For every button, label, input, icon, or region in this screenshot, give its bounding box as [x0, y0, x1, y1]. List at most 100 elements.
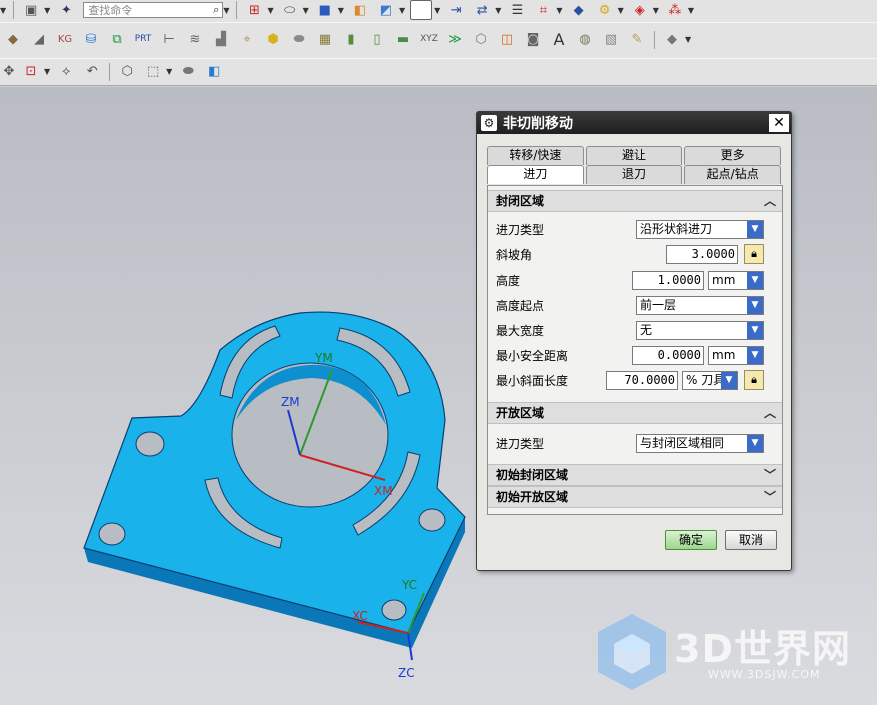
- book-icon[interactable]: ▦: [314, 30, 336, 50]
- min-clearance-unit-select[interactable]: mm ▼: [708, 346, 764, 365]
- colored-box-icon[interactable]: ◫: [496, 30, 518, 50]
- steps-icon[interactable]: ▟: [210, 30, 232, 50]
- create-geometry-icon[interactable]: KG: [54, 30, 76, 50]
- height-from-select[interactable]: 前一层 ▼: [636, 296, 764, 315]
- image-icon[interactable]: ▧: [600, 30, 622, 50]
- edit-object-icon[interactable]: ◩: [375, 0, 397, 20]
- box-icon[interactable]: ⬡: [470, 30, 492, 50]
- chevron-down-icon[interactable]: ▼: [747, 221, 763, 238]
- chevron-up-icon[interactable]: ︿: [764, 403, 776, 423]
- wcs-icon[interactable]: ⌖: [236, 30, 258, 50]
- cylinder-icon[interactable]: ⬬: [288, 30, 310, 50]
- create-tool-icon[interactable]: ◢: [28, 30, 50, 50]
- dropdown-arrow-icon[interactable]: ▼: [495, 6, 501, 15]
- postprocess-icon[interactable]: ◈: [629, 0, 651, 20]
- chevrons-icon[interactable]: ≫: [444, 30, 466, 50]
- tab-transfer-rapid[interactable]: 转移/快速: [487, 146, 584, 165]
- dropdown-arrow-icon[interactable]: ▼: [223, 6, 229, 15]
- chevron-down-icon[interactable]: ▼: [721, 372, 737, 389]
- selection-icon[interactable]: ▣: [20, 0, 42, 20]
- camera-icon[interactable]: ◙: [522, 30, 544, 50]
- globe-icon[interactable]: ◍: [574, 30, 596, 50]
- block-icon[interactable]: ◆: [661, 30, 683, 50]
- stack-icon[interactable]: ≋: [184, 30, 206, 50]
- initial-open-area-header[interactable]: 初始开放区域 ﹀: [488, 486, 782, 508]
- dropdown-arrow-icon[interactable]: ▼: [0, 6, 6, 15]
- dropdown-arrow-icon[interactable]: ▼: [166, 67, 172, 76]
- chevron-down-icon[interactable]: ▼: [747, 435, 763, 452]
- measure-icon[interactable]: ⟡: [55, 62, 77, 82]
- tab-avoidance[interactable]: 避让: [585, 146, 683, 165]
- chevron-down-icon[interactable]: ﹀: [764, 465, 776, 485]
- lock-icon[interactable]: 🔒︎: [744, 370, 764, 390]
- dropdown-arrow-icon[interactable]: ▼: [338, 6, 344, 15]
- dropdown-arrow-icon[interactable]: ▼: [556, 6, 562, 15]
- ramp-angle-input[interactable]: 3.0000: [666, 245, 738, 264]
- tab-start-drill-points[interactable]: 起点/钻点: [684, 165, 782, 184]
- xyz-icon[interactable]: XYZ: [418, 30, 440, 50]
- create-method-icon[interactable]: ⛁: [80, 30, 102, 50]
- tab-engage[interactable]: 进刀: [487, 165, 584, 184]
- tab-retract[interactable]: 退刀: [585, 165, 683, 184]
- chevron-down-icon[interactable]: ▼: [747, 347, 763, 364]
- text-icon[interactable]: A: [548, 30, 570, 50]
- operation-navigator-icon[interactable]: ☰: [506, 0, 528, 20]
- initial-closed-area-header[interactable]: 初始封闭区域 ﹀: [488, 464, 782, 486]
- chevron-down-icon[interactable]: ▼: [747, 272, 763, 289]
- generate-tool-path-icon[interactable]: ◆: [568, 0, 590, 20]
- tab-more[interactable]: 更多: [684, 146, 782, 165]
- brush-icon[interactable]: ✎: [626, 30, 648, 50]
- shaded-icon[interactable]: ⬬: [177, 62, 199, 82]
- prt-icon[interactable]: PRT: [132, 30, 154, 50]
- dropdown-arrow-icon[interactable]: ▼: [688, 6, 694, 15]
- bolt-icon[interactable]: ▮: [340, 30, 362, 50]
- tree-view-icon[interactable]: ⊢: [158, 30, 180, 50]
- close-icon[interactable]: ✕: [769, 114, 789, 132]
- min-ramp-length-input[interactable]: 70.0000: [606, 371, 678, 390]
- lock-icon[interactable]: 🔒︎: [744, 244, 764, 264]
- verify-icon[interactable]: ⚙: [594, 0, 616, 20]
- cylinders-icon[interactable]: ⬢: [262, 30, 284, 50]
- pin-icon[interactable]: ▯: [366, 30, 388, 50]
- dropdown-arrow-icon[interactable]: ▼: [653, 6, 659, 15]
- snap-box-icon[interactable]: ⊡: [20, 62, 42, 82]
- height-unit-select[interactable]: mm ▼: [708, 271, 764, 290]
- layer-icon[interactable]: ◧: [349, 0, 371, 20]
- cancel-button[interactable]: 取消: [725, 530, 777, 550]
- gear-icon[interactable]: ⚙: [481, 115, 497, 131]
- cube-view-icon[interactable]: ■: [314, 0, 336, 20]
- dialog-title-bar[interactable]: ⚙ 非切削移动 ✕: [477, 112, 791, 134]
- dropdown-arrow-icon[interactable]: ▼: [267, 6, 273, 15]
- cube-icon[interactable]: ◧: [203, 62, 225, 82]
- rectangle-icon[interactable]: ▬: [392, 30, 414, 50]
- gauge-icon[interactable]: ↶: [81, 62, 103, 82]
- hexagon-icon[interactable]: ⬡: [116, 62, 138, 82]
- render-style-icon[interactable]: ⬭: [279, 0, 301, 20]
- closed-area-header[interactable]: 封闭区域 ︿: [488, 190, 782, 212]
- dropdown-arrow-icon[interactable]: ▼: [685, 35, 691, 44]
- open-engage-type-select[interactable]: 与封闭区域相同 ▼: [636, 434, 764, 453]
- shop-doc-icon[interactable]: ⁂: [664, 0, 686, 20]
- dropdown-arrow-icon[interactable]: ▼: [434, 6, 440, 15]
- dropdown-arrow-icon[interactable]: ▼: [303, 6, 309, 15]
- min-ramp-length-unit-select[interactable]: % 刀具 ▼: [682, 371, 738, 390]
- chevron-up-icon[interactable]: ︿: [764, 191, 776, 211]
- blank-box-icon[interactable]: [410, 0, 433, 20]
- command-search-input[interactable]: 查找命令 ⌕: [83, 2, 224, 18]
- max-width-select[interactable]: 无 ▼: [636, 321, 764, 340]
- search-icon[interactable]: ⌕: [213, 3, 219, 17]
- create-program-icon[interactable]: ◆: [2, 30, 24, 50]
- open-area-header[interactable]: 开放区域 ︿: [488, 402, 782, 424]
- dropdown-arrow-icon[interactable]: ▼: [44, 6, 50, 15]
- dropdown-arrow-icon[interactable]: ▼: [399, 6, 405, 15]
- dropdown-arrow-icon[interactable]: ▼: [44, 67, 50, 76]
- snap-point-icon[interactable]: ⊞: [243, 0, 265, 20]
- move-icon[interactable]: ✥: [2, 62, 16, 82]
- transform-icon[interactable]: ⇄: [471, 0, 493, 20]
- chevron-down-icon[interactable]: ▼: [747, 322, 763, 339]
- command-finder-icon[interactable]: ✦: [55, 0, 77, 20]
- chevron-down-icon[interactable]: ﹀: [764, 487, 776, 507]
- program-order-icon[interactable]: ⌗: [532, 0, 554, 20]
- ok-button[interactable]: 确定: [665, 530, 717, 550]
- engage-type-select[interactable]: 沿形状斜进刀 ▼: [636, 220, 764, 239]
